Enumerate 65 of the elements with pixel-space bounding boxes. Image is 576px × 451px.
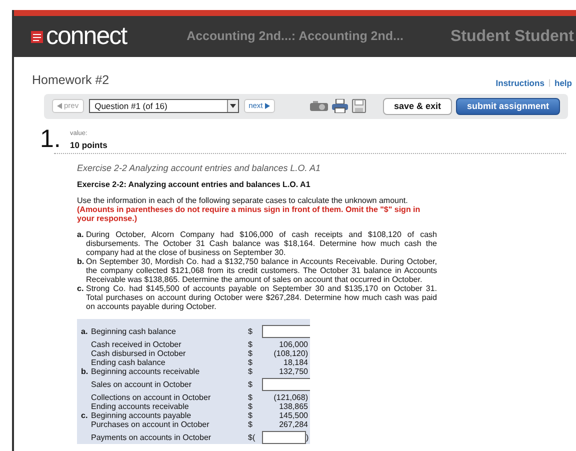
currency-sign: $ xyxy=(248,326,254,336)
row-value: 138,865 xyxy=(279,402,308,411)
row-label: Ending accounts receivable xyxy=(91,402,190,411)
question-select[interactable]: Question #1 (of 16) xyxy=(88,99,239,114)
row-value: 145,500 xyxy=(278,410,308,420)
currency-sign: $ xyxy=(248,348,254,358)
row-label: Beginning accounts payable xyxy=(91,410,192,420)
row-label: Beginning accounts receivable xyxy=(91,366,201,376)
row-label: Collections on account in October xyxy=(91,392,212,402)
case-text: Strong Co. had $145,500 of accounts payable on September 30 and $135,170 on October 31. Total purchases on account during October were $267,284. Determine how much cash was paid on accounts payable during October. xyxy=(86,284,437,311)
right-arrow-icon xyxy=(264,103,270,110)
submit-button[interactable]: submit assignment xyxy=(456,98,560,115)
logo-icon xyxy=(31,30,43,42)
row-letter: b. xyxy=(81,366,90,376)
case-letter: b. xyxy=(77,256,86,268)
case-text: On September 30, Mordish Co. had a $132,750 balance in Accounts Receivable. During October, the company collected $121,068 from its credit customers. The October 31 balance in Accounts Receivable was $138,865. Determine the amount of sales on account that occurred in October. xyxy=(86,256,437,284)
parenthesis: ) xyxy=(306,432,309,442)
answer-field[interactable] xyxy=(262,324,310,338)
row-value: 132,750 xyxy=(278,366,308,376)
currency-sign: $ xyxy=(248,340,254,349)
user-name: Student Student xyxy=(450,26,575,46)
row-letter: c. xyxy=(81,410,89,420)
row-value: 18,184 xyxy=(284,358,308,367)
currency-sign: $ xyxy=(248,358,254,367)
logo-text: connect xyxy=(46,24,127,49)
row-letter: a. xyxy=(81,326,89,336)
row-label: Purchases on account in October xyxy=(91,420,210,429)
left-arrow-icon xyxy=(57,103,62,110)
projector-icon[interactable] xyxy=(310,100,328,112)
row-value: 267,284 xyxy=(278,420,308,429)
currency-sign: $ xyxy=(248,402,254,411)
instructions-text: Use the information in each of the following separate cases to calculate the unknown amount. xyxy=(77,196,409,205)
case-text: During October, Alcorn Company had $106,000 of cash receipts and $108,120 of cash disbursements. The October 31 Cash balance was $18,164. Determine how much cash the company had at the close of business on September 30. xyxy=(86,230,437,257)
row-label: Payments on accounts in October xyxy=(91,432,212,442)
header-link[interactable]: Instructions xyxy=(496,77,544,90)
dropdown-arrow-icon xyxy=(230,104,236,108)
assignment-title: Homework #2 xyxy=(32,72,110,89)
header-link[interactable]: help xyxy=(554,77,572,90)
row-label: Cash received in October xyxy=(91,340,182,349)
row-value: (108,120) xyxy=(272,348,308,358)
currency-sign: $ xyxy=(248,420,254,429)
case-letter: c. xyxy=(77,284,85,295)
currency-sign: $( xyxy=(248,432,256,442)
row-value: 106,000 xyxy=(278,340,308,349)
currency-sign: $ xyxy=(248,410,254,420)
answer-field[interactable] xyxy=(262,430,306,444)
points-text: 10 points xyxy=(70,139,108,152)
row-label: Cash disbursed in October xyxy=(91,348,187,358)
currency-sign: $ xyxy=(248,380,254,389)
printer-icon[interactable] xyxy=(332,99,348,114)
row-label: Ending cash balance xyxy=(91,358,166,367)
exercise-heading: Exercise 2-2: Analyzing account entries and balances L.O. A1 xyxy=(77,180,312,190)
case-letter: a. xyxy=(77,230,85,241)
answer-field[interactable] xyxy=(262,378,310,391)
question-number: 1. xyxy=(39,126,62,152)
currency-sign: $ xyxy=(248,366,254,376)
row-value: (121,068) xyxy=(272,392,308,402)
link-separator: | xyxy=(548,77,551,90)
currency-sign: $ xyxy=(248,392,254,402)
save-button[interactable]: save & exit xyxy=(382,98,452,115)
exercise-subtitle: Exercise 2-2 Analyzing account entries and balances L.O. A1 xyxy=(77,162,322,174)
course-title: Accounting 2nd...: Accounting 2nd... xyxy=(186,28,404,46)
row-label: Sales on account in October xyxy=(91,380,193,389)
warning-text: (Amounts in parentheses do not require a minus sign in front of them. Omit the "$" sign in your response.) xyxy=(77,204,422,223)
row-label: Beginning cash balance xyxy=(91,326,177,336)
